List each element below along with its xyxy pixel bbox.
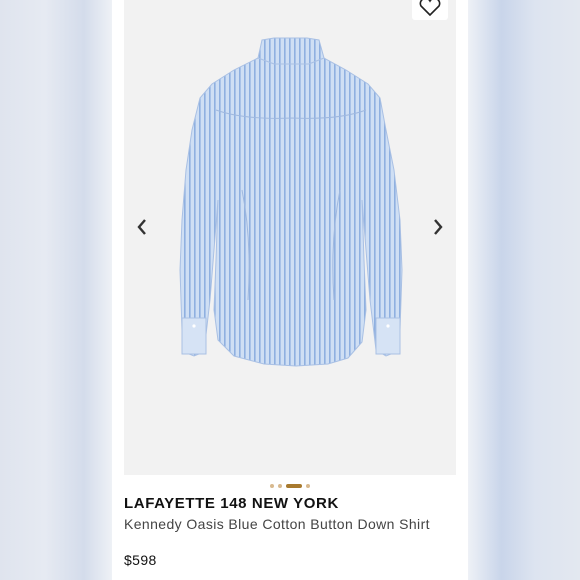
- product-brand[interactable]: LAFAYETTE 148 NEW YORK: [124, 495, 454, 512]
- gallery-dot-1[interactable]: [270, 484, 274, 488]
- previous-image-button[interactable]: [132, 212, 152, 242]
- product-name[interactable]: Kennedy Oasis Blue Cotton Button Down Sh…: [124, 515, 444, 533]
- chevron-right-icon: [434, 219, 443, 235]
- gallery-pagination: [112, 484, 468, 488]
- gallery-dot-2[interactable]: [278, 484, 282, 488]
- product-price: $598: [124, 552, 157, 568]
- product-image-gallery[interactable]: [124, 0, 456, 475]
- heart-outline-icon: [419, 0, 441, 16]
- background-blur-left: [0, 0, 112, 580]
- gallery-dot-3[interactable]: [286, 484, 302, 488]
- gallery-dot-4[interactable]: [306, 484, 310, 488]
- product-card[interactable]: LAFAYETTE 148 NEW YORK Kennedy Oasis Blu…: [112, 0, 468, 580]
- chevron-left-icon: [137, 219, 146, 235]
- next-image-button[interactable]: [428, 212, 448, 242]
- product-image-shirt-back: [179, 37, 403, 367]
- wishlist-button[interactable]: [412, 0, 448, 20]
- background-blur-right: [468, 0, 580, 580]
